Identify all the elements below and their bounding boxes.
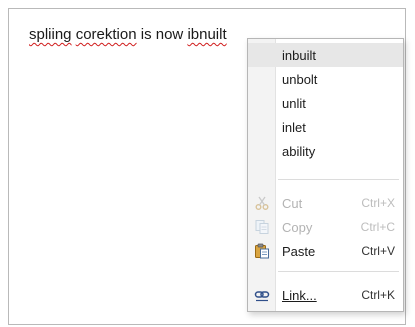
copy-icon: [255, 220, 269, 234]
copy-shortcut: Ctrl+C: [360, 220, 395, 234]
cut-menu-item[interactable]: Cut Ctrl+X: [248, 191, 403, 215]
link-icon: [254, 291, 270, 302]
suggestion-item[interactable]: unlit: [248, 91, 403, 115]
link-label: Link...: [282, 287, 317, 303]
cut-label: Cut: [282, 195, 303, 211]
misspelled-word-selected[interactable]: ibnuilt: [187, 26, 226, 43]
copy-label: Copy: [282, 219, 313, 235]
menu-separator: [278, 179, 399, 180]
suggestion-label: inbuilt: [282, 47, 316, 63]
editor-content[interactable]: spliing corektion is now ibnuilt: [29, 26, 227, 43]
suggestion-item[interactable]: unbolt: [248, 67, 403, 91]
copy-menu-item[interactable]: Copy Ctrl+C: [248, 215, 403, 239]
paste-shortcut: Ctrl+V: [361, 244, 395, 258]
link-shortcut: Ctrl+K: [361, 288, 395, 302]
menu-separator: [278, 271, 399, 272]
paste-menu-item[interactable]: Paste Ctrl+V: [248, 239, 403, 263]
suggestion-item[interactable]: ability: [248, 139, 403, 163]
suggestion-label: unlit: [282, 95, 306, 111]
cut-shortcut: Ctrl+X: [361, 196, 395, 210]
paste-label: Paste: [282, 243, 316, 259]
link-menu-item[interactable]: Link... Ctrl+K: [248, 283, 403, 307]
suggestion-label: inlet: [282, 119, 306, 135]
suggestion-label: unbolt: [282, 71, 318, 87]
suggestion-item[interactable]: inlet: [248, 115, 403, 139]
suggestion-label: ability: [282, 143, 316, 159]
paste-icon: [255, 243, 269, 259]
misspelled-word[interactable]: spliing: [29, 26, 72, 43]
misspelled-word[interactable]: corektion: [76, 26, 137, 43]
scissors-icon: [255, 196, 269, 210]
editor-text-run: is now: [136, 26, 188, 43]
suggestion-item[interactable]: inbuilt: [248, 43, 403, 67]
context-menu: inbuilt unbolt unlit inlet ability Cut C…: [247, 38, 404, 312]
